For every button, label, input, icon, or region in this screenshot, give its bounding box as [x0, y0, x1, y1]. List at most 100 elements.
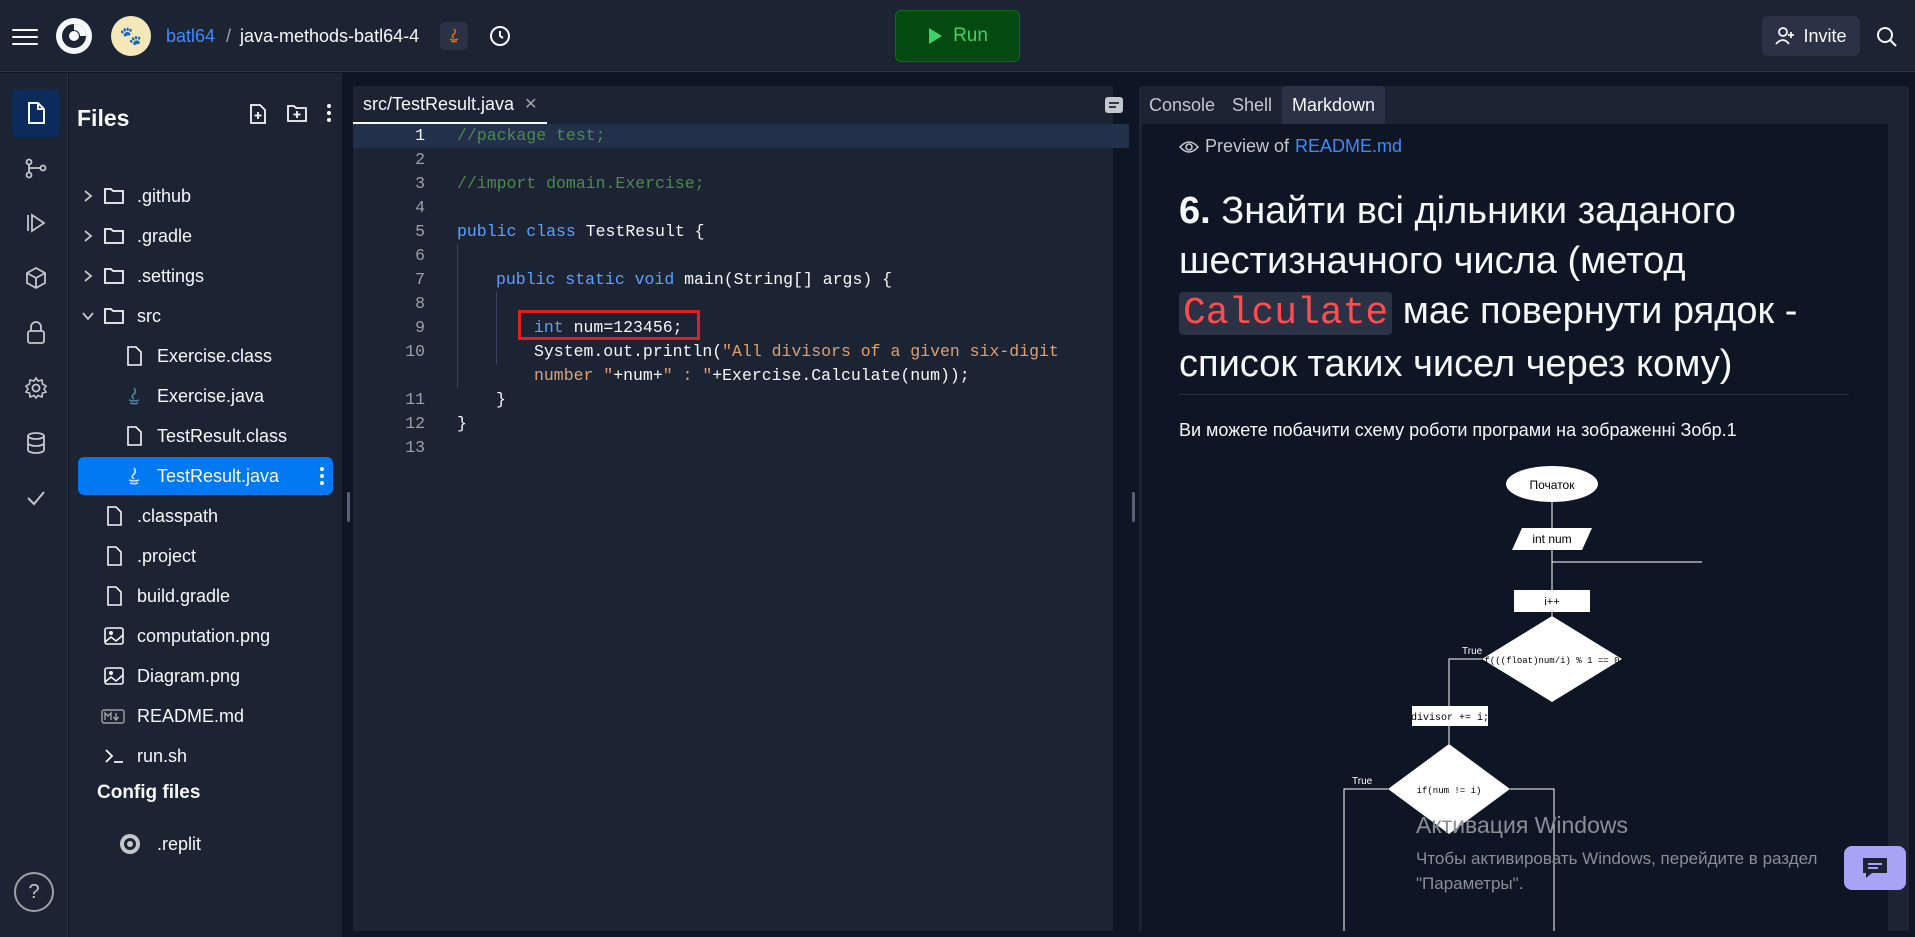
code-line: 8	[353, 292, 1113, 316]
line-number: 4	[415, 198, 425, 217]
tree-item-classpath[interactable]: .classpath	[69, 497, 333, 535]
line-number: 7	[415, 270, 425, 289]
menu-icon[interactable]	[12, 24, 38, 46]
red-highlight-box	[518, 310, 700, 340]
files-title: Files	[77, 105, 130, 131]
preview-file-link[interactable]: README.md	[1295, 136, 1402, 157]
tree-item-label: .settings	[137, 265, 205, 286]
code-line: 3 //import domain.Exercise;	[353, 172, 1113, 196]
new-folder-icon[interactable]	[286, 103, 308, 123]
tree-item-testresult-java[interactable]: TestResult.java	[78, 457, 333, 495]
gear-icon[interactable]	[12, 364, 60, 412]
files-tool-icon[interactable]	[12, 89, 60, 137]
tree-item-readme[interactable]: README.md	[69, 697, 333, 735]
flow-condition-2-label: if(num != i)	[1417, 786, 1482, 796]
chat-icon	[1863, 858, 1887, 878]
tree-item-testresult-class[interactable]: TestResult.class	[69, 417, 333, 455]
code-line: 10 System.out.println("All divisors of a …	[353, 340, 1113, 388]
line-number: 10	[405, 342, 425, 361]
code-text: //import domain.Exercise;	[457, 174, 705, 193]
tab-shell[interactable]: Shell	[1222, 86, 1282, 124]
resize-handle-left[interactable]	[347, 492, 350, 522]
line-number: 11	[405, 390, 425, 409]
code-line: 1 //package test;	[353, 124, 1113, 148]
tab-console[interactable]: Console	[1139, 86, 1225, 124]
preview-scrollbar[interactable]	[1890, 124, 1904, 931]
code-area[interactable]: 1 //package test; 2 3 //import domain.Exer…	[353, 124, 1129, 931]
tree-item-settings-folder[interactable]: .settings	[69, 257, 333, 295]
java-file-icon	[128, 387, 140, 405]
debugger-icon[interactable]	[12, 199, 60, 247]
code-line: 7 public static void main(String[] args) …	[353, 268, 1113, 292]
flow-assign-label: divisor += i;	[1411, 712, 1489, 724]
history-icon[interactable]	[486, 22, 514, 50]
tree-item-gradle-folder[interactable]: .gradle	[69, 217, 333, 255]
replit-logo-icon[interactable]	[54, 16, 94, 56]
search-icon[interactable]	[1872, 22, 1902, 52]
tree-item-replit-config[interactable]: .replit	[69, 825, 333, 863]
line-number: 5	[415, 222, 425, 241]
checkmark-icon[interactable]	[12, 474, 60, 522]
tree-item-label: Diagram.png	[137, 665, 241, 686]
code-line: 5 public class TestResult {	[353, 220, 1113, 244]
windows-activation-title: Активация Windows	[1416, 812, 1628, 838]
tab-markdown[interactable]: Markdown	[1282, 86, 1386, 124]
invite-button[interactable]: Invite	[1762, 16, 1860, 56]
java-file-icon	[128, 467, 140, 485]
tree-item-label: TestResult.class	[157, 425, 288, 446]
help-icon[interactable]: ?	[14, 872, 54, 912]
folder-icon	[104, 308, 124, 324]
code-text: //package test;	[457, 126, 606, 145]
heading-number: 6.	[1179, 190, 1211, 232]
resize-handle-right[interactable]	[1132, 492, 1135, 522]
breadcrumb-repl-name[interactable]: java-methods-batl64-4	[240, 26, 419, 47]
git-icon[interactable]	[12, 144, 60, 192]
play-icon	[929, 28, 943, 44]
database-icon[interactable]	[12, 419, 60, 467]
more-options-icon[interactable]	[326, 103, 332, 123]
file-icon	[107, 586, 122, 606]
code-line: 6	[353, 244, 1113, 268]
invite-label: Invite	[1803, 25, 1847, 46]
chat-button[interactable]	[1844, 846, 1906, 890]
lock-icon[interactable]	[12, 309, 60, 357]
config-files-title: Config files	[97, 782, 201, 803]
item-menu-icon[interactable]	[319, 466, 325, 486]
top-bar: 🐾 batl64 / java-methods-batl64-4 Run Inv…	[0, 0, 1915, 72]
tree-item-github-folder[interactable]: .github	[69, 177, 333, 215]
tab-testresult-java[interactable]: src/TestResult.java ✕	[353, 86, 548, 124]
new-file-icon[interactable]	[248, 103, 268, 125]
tree-item-label: src	[137, 305, 161, 326]
tree-item-src-folder[interactable]: src	[69, 297, 333, 335]
code-editor: src/TestResult.java ✕ 1 //package test; 2…	[353, 86, 1129, 931]
tree-item-run-sh[interactable]: run.sh	[69, 737, 333, 775]
tree-item-exercise-java[interactable]: Exercise.java	[69, 377, 333, 415]
packages-icon[interactable]	[12, 254, 60, 302]
file-tree-panel: Files .github .gradle .settings src Exer…	[69, 73, 342, 937]
close-tab-icon[interactable]: ✕	[524, 94, 537, 114]
chevron-right-icon	[84, 190, 93, 202]
breadcrumb-user[interactable]: batl64	[166, 26, 215, 47]
code-line: 4	[353, 196, 1113, 220]
flow-true-label: True	[1462, 646, 1483, 657]
tree-item-computation-png[interactable]: computation.png	[69, 617, 333, 655]
markdown-icon	[101, 709, 125, 724]
chevron-right-icon	[84, 230, 93, 242]
chevron-down-icon	[82, 312, 94, 321]
heading-text: Знайти всі дільники заданого шестизначно…	[1179, 190, 1736, 282]
panel-layout-icon[interactable]	[1103, 94, 1125, 116]
java-language-icon[interactable]	[440, 22, 468, 50]
code-text: }	[496, 390, 506, 409]
run-button[interactable]: Run	[895, 10, 1020, 62]
repl-avatar[interactable]: 🐾	[111, 16, 151, 56]
line-number: 8	[415, 294, 425, 313]
code-line: 11}	[353, 388, 1113, 412]
tree-item-project[interactable]: .project	[69, 537, 333, 575]
tree-item-label: build.gradle	[137, 585, 231, 606]
tree-item-build-gradle[interactable]: build.gradle	[69, 577, 333, 615]
tree-item-exercise-class[interactable]: Exercise.class	[69, 337, 333, 375]
line-number: 13	[405, 438, 425, 457]
tab-label: src/TestResult.java	[363, 93, 515, 114]
tree-item-diagram-png[interactable]: Diagram.png	[69, 657, 333, 695]
markdown-heading: 6. Знайти всі дільники заданого шестизна…	[1179, 186, 1859, 389]
